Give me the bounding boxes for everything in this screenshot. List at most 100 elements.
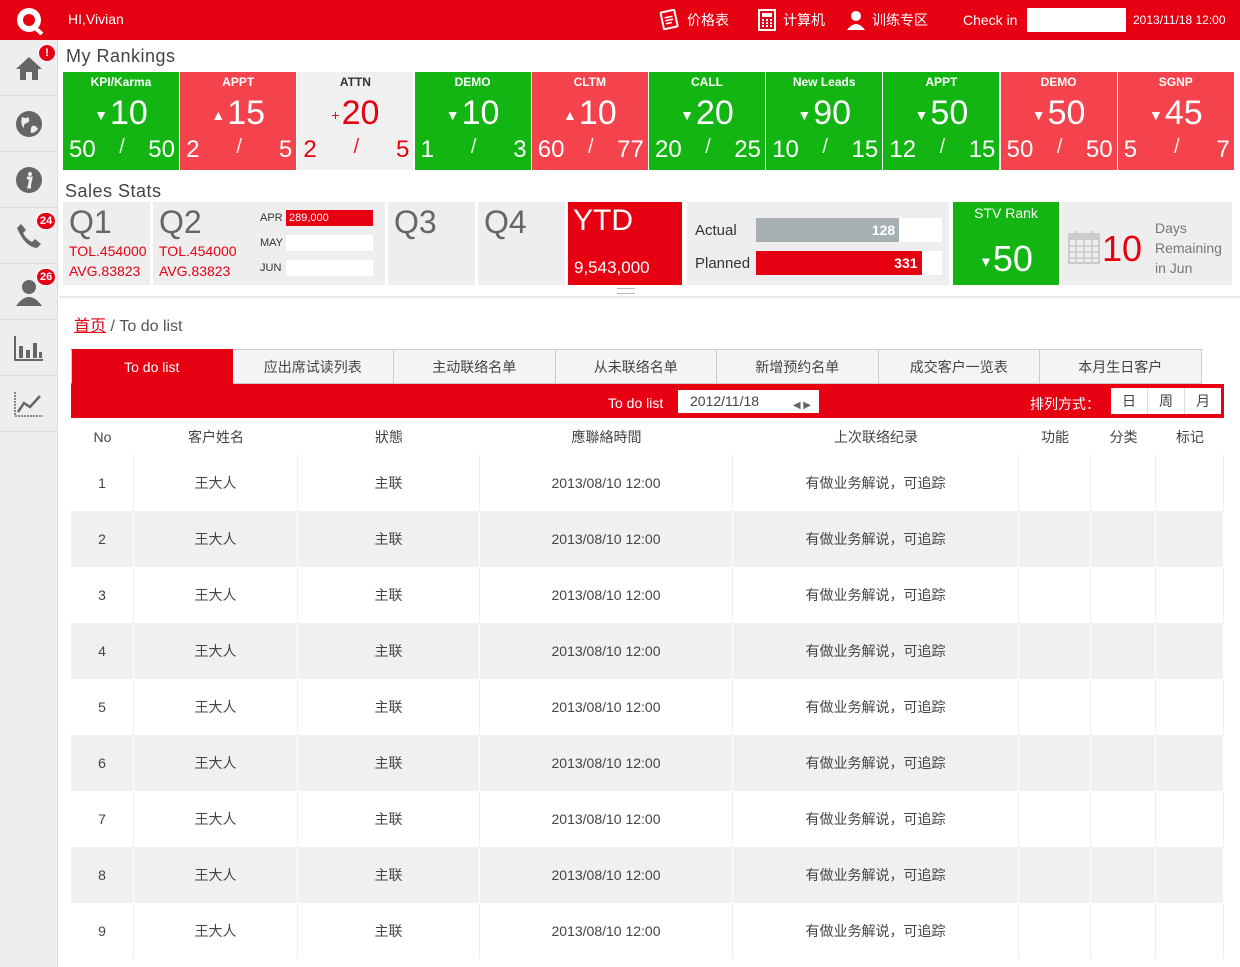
- table-cell: 主联: [298, 791, 480, 847]
- table-cell: [1156, 623, 1224, 679]
- ranking-tile[interactable]: DEMO ▼50 50/50: [1000, 72, 1117, 170]
- sidebar-item-phone[interactable]: 24: [0, 208, 58, 264]
- days-remaining-number: 10: [1102, 228, 1143, 269]
- ranking-tile[interactable]: New Leads ▼90 10 / 15: [766, 72, 883, 170]
- table-cell: 主联: [298, 623, 480, 679]
- ranking-tile-current: 10: [772, 136, 799, 163]
- sidebar-item-globe[interactable]: [0, 96, 58, 152]
- line-chart-icon: [14, 391, 43, 417]
- sort-week-button[interactable]: 周: [1147, 388, 1184, 414]
- ranking-tile-value: ▼20: [649, 94, 765, 133]
- tab-2[interactable]: 主动联络名单: [394, 349, 556, 384]
- table-row[interactable]: 9 王大人 主联 2013/08/10 12:00 有做业务解说，可追踪: [71, 903, 1224, 959]
- sidebar-item-bar-chart[interactable]: [0, 320, 58, 376]
- ranking-tile[interactable]: SGNP ▼45 5 / 7: [1117, 72, 1234, 170]
- table-cell: [1019, 567, 1091, 623]
- column-header[interactable]: 标记: [1156, 420, 1224, 455]
- column-header[interactable]: 客户姓名: [134, 420, 298, 455]
- column-header[interactable]: 分类: [1091, 420, 1156, 455]
- brand-logo-icon[interactable]: [14, 5, 44, 35]
- planned-bar-fill: 331: [756, 251, 922, 275]
- q1-average: AVG.83823: [69, 263, 141, 279]
- ranking-tile[interactable]: DEMO ▼10 1 / 3: [414, 72, 531, 170]
- q4-label: Q4: [484, 204, 527, 240]
- q4-box[interactable]: Q4: [478, 202, 565, 285]
- checkin-label: Check in: [963, 12, 1018, 28]
- column-header[interactable]: No: [71, 420, 134, 455]
- ratio-slash: /: [1174, 136, 1180, 158]
- sidebar-item-home[interactable]: !: [0, 40, 58, 96]
- table-cell: 王大人: [134, 511, 298, 567]
- tab-5[interactable]: 成交客户一览表: [878, 349, 1040, 384]
- ranking-tile-label: DEMO: [454, 75, 491, 89]
- sidebar-item-line-chart[interactable]: [0, 376, 58, 432]
- ranking-tile-number: 50: [930, 94, 969, 132]
- table-cell: 4: [71, 623, 134, 679]
- sidebar-item-contact[interactable]: 26: [0, 264, 58, 320]
- calendar-icon: [1068, 231, 1100, 264]
- nav-calculator-label: 计算机: [783, 12, 825, 28]
- tab-6[interactable]: 本月生日客户: [1040, 349, 1202, 384]
- q1-label: Q1: [69, 204, 112, 240]
- table-cell: [1019, 679, 1091, 735]
- ranking-tile[interactable]: CALL ▼20 20/25: [649, 72, 765, 170]
- ranking-tile-target: 25: [734, 136, 761, 163]
- table-cell: 王大人: [134, 623, 298, 679]
- table-row[interactable]: 1 王大人 主联 2013/08/10 12:00 有做业务解说，可追踪: [71, 455, 1224, 511]
- q3-box[interactable]: Q3: [388, 202, 475, 285]
- ranking-tile[interactable]: KPI/Karma ▼10 50/50: [63, 72, 179, 170]
- days-remaining-text: Days Remaining in Jun: [1155, 220, 1222, 276]
- phone-badge: 24: [36, 212, 57, 230]
- stv-rank-box[interactable]: STV Rank ▼50: [953, 202, 1059, 285]
- nav-calculator[interactable]: 计算机: [757, 0, 825, 40]
- planned-bar: 331: [756, 251, 942, 275]
- column-header[interactable]: 上次联络纪录: [733, 420, 1019, 455]
- ranking-tile[interactable]: APPT ▲15 2 / 5: [180, 72, 297, 170]
- tab-3[interactable]: 从未联络名单: [555, 349, 717, 384]
- ytd-box[interactable]: YTD 9,543,000: [568, 202, 682, 285]
- ranking-tile-value: ▼50: [883, 94, 999, 133]
- tab-0[interactable]: To do list: [71, 349, 233, 384]
- column-header[interactable]: 功能: [1019, 420, 1091, 455]
- table-row[interactable]: 7 王大人 主联 2013/08/10 12:00 有做业务解说，可追踪: [71, 791, 1224, 847]
- resize-handle[interactable]: [617, 288, 635, 294]
- checkin-input[interactable]: [1027, 8, 1126, 32]
- table-cell: 王大人: [134, 567, 298, 623]
- tab-1[interactable]: 应出席试读列表: [232, 349, 394, 384]
- column-header[interactable]: 狀態: [298, 420, 480, 455]
- ranking-tile[interactable]: ATTN +20 2 / 5: [297, 72, 414, 170]
- ranking-tile-value: ▲10: [532, 94, 648, 133]
- ranking-tile-number: 90: [813, 94, 852, 132]
- table-row[interactable]: 4 王大人 主联 2013/08/10 12:00 有做业务解说，可追踪: [71, 623, 1224, 679]
- table-row[interactable]: 5 王大人 主联 2013/08/10 12:00 有做业务解说，可追踪: [71, 679, 1224, 735]
- breadcrumb-current: To do list: [119, 318, 183, 335]
- sort-day-button[interactable]: 日: [1111, 388, 1147, 414]
- table-cell: [1091, 735, 1156, 791]
- nav-training[interactable]: 训练专区: [846, 0, 928, 40]
- table-cell: 有做业务解说，可追踪: [733, 791, 1019, 847]
- actual-label: Actual: [695, 222, 737, 239]
- header-datetime: 2013/11/18 12:00: [1133, 13, 1226, 27]
- ranking-tile[interactable]: APPT ▼50 12 / 15: [883, 72, 1000, 170]
- table-cell: 主联: [298, 903, 480, 959]
- nav-price-list[interactable]: 价格表: [659, 0, 729, 40]
- ranking-tile-ratio: 50 / 50: [69, 136, 175, 164]
- q1-box[interactable]: Q1 TOL.454000 AVG.83823: [63, 202, 150, 285]
- tab-4[interactable]: 新增预约名单: [717, 349, 879, 384]
- ranking-tile[interactable]: CLTM ▲10 60 / 77: [531, 72, 648, 170]
- date-nav-arrows-icon[interactable]: ◀ ▶: [793, 394, 811, 417]
- date-picker[interactable]: 2012/11/18 ◀ ▶: [678, 390, 819, 413]
- table-row[interactable]: 6 王大人 主联 2013/08/10 12:00 有做业务解说，可追踪: [71, 735, 1224, 791]
- table-cell: [1091, 623, 1156, 679]
- column-header[interactable]: 應聯絡時間: [480, 420, 733, 455]
- table-row[interactable]: 2 王大人 主联 2013/08/10 12:00 有做业务解说，可追踪: [71, 511, 1224, 567]
- sidebar-item-info[interactable]: [0, 152, 58, 208]
- table-row[interactable]: 3 王大人 主联 2013/08/10 12:00 有做业务解说，可追踪: [71, 567, 1224, 623]
- table-cell: 5: [71, 679, 134, 735]
- q2-label: Q2: [159, 204, 202, 240]
- table-row[interactable]: 8 王大人 主联 2013/08/10 12:00 有做业务解说，可追踪: [71, 847, 1224, 903]
- sort-month-button[interactable]: 月: [1184, 388, 1221, 414]
- ranking-tile-number: 10: [110, 94, 148, 132]
- ranking-tile-number: 20: [341, 94, 380, 132]
- breadcrumb-home-link[interactable]: 首页: [74, 318, 106, 335]
